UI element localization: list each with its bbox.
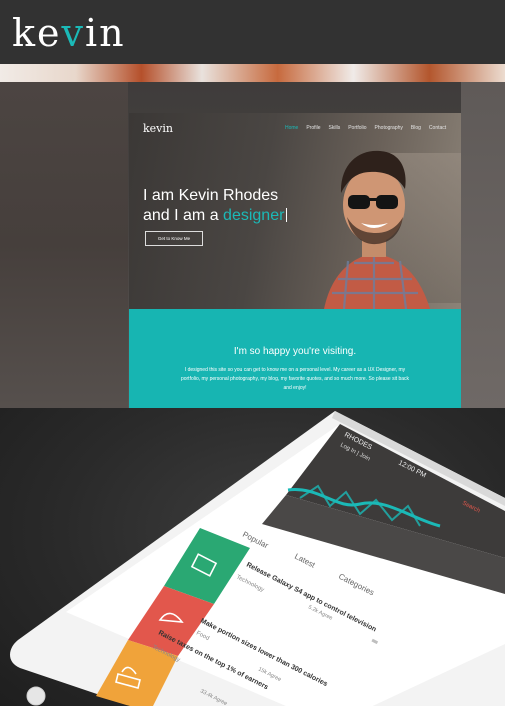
headline-line-1: I am Kevin Rhodes <box>143 187 279 204</box>
nav-item-portfolio[interactable]: Portfolio <box>348 125 366 131</box>
welcome-heading: I'm so happy you're visiting. <box>233 346 357 357</box>
blurred-background-right <box>461 82 505 408</box>
decorative-banner-strip <box>0 64 505 82</box>
sunglasses-right-lens <box>376 195 398 209</box>
nav-item-home[interactable]: Home <box>285 125 298 131</box>
nav-item-photography[interactable]: Photography <box>375 125 403 131</box>
iphone-mockup: RHODES 12:00 PM Log In | Join Search Pop… <box>10 411 505 712</box>
home-button[interactable] <box>26 686 46 706</box>
logo-text-post: in <box>84 11 126 55</box>
plaid-shirt <box>324 253 430 309</box>
headline-accent-word: designer <box>223 207 285 224</box>
portrait-image <box>324 150 430 309</box>
website-preview: kevin Home Profile Skills Portfolio Phot… <box>129 113 461 408</box>
nav-item-contact[interactable]: Contact <box>429 125 446 131</box>
top-header: kevin <box>0 0 505 64</box>
nav-item-skills[interactable]: Skills <box>329 125 341 131</box>
website-showcase: kevin Home Profile Skills Portfolio Phot… <box>0 82 505 408</box>
logo-text-pre: ke <box>12 11 62 55</box>
welcome-band: I'm so happy you're visiting. I designed… <box>129 309 461 408</box>
sunglasses-left-lens <box>348 195 370 209</box>
nav-item-profile[interactable]: Profile <box>306 125 320 131</box>
hero-headline: I am Kevin Rhodes and I am a designer <box>143 186 288 226</box>
brand-logo[interactable]: kevin <box>12 14 126 52</box>
get-to-know-me-button[interactable]: Get to Know Me <box>145 231 203 246</box>
headline-line-2: and I am a designer <box>143 206 288 226</box>
logo-text-accent: v <box>61 11 85 55</box>
nav-item-blog[interactable]: Blog <box>411 125 421 131</box>
text-cursor <box>286 208 288 222</box>
welcome-paragraph: I designed this site so you can get to k… <box>180 367 410 391</box>
site-nav: Home Profile Skills Portfolio Photograph… <box>285 125 446 131</box>
blurred-background-left <box>0 82 128 408</box>
headline-line-2-text: and I am a <box>143 207 224 224</box>
site-logo[interactable]: kevin <box>143 122 173 135</box>
bottom-edge <box>0 706 505 712</box>
mobile-app-showcase: RHODES 12:00 PM Log In | Join Search Pop… <box>0 408 505 712</box>
